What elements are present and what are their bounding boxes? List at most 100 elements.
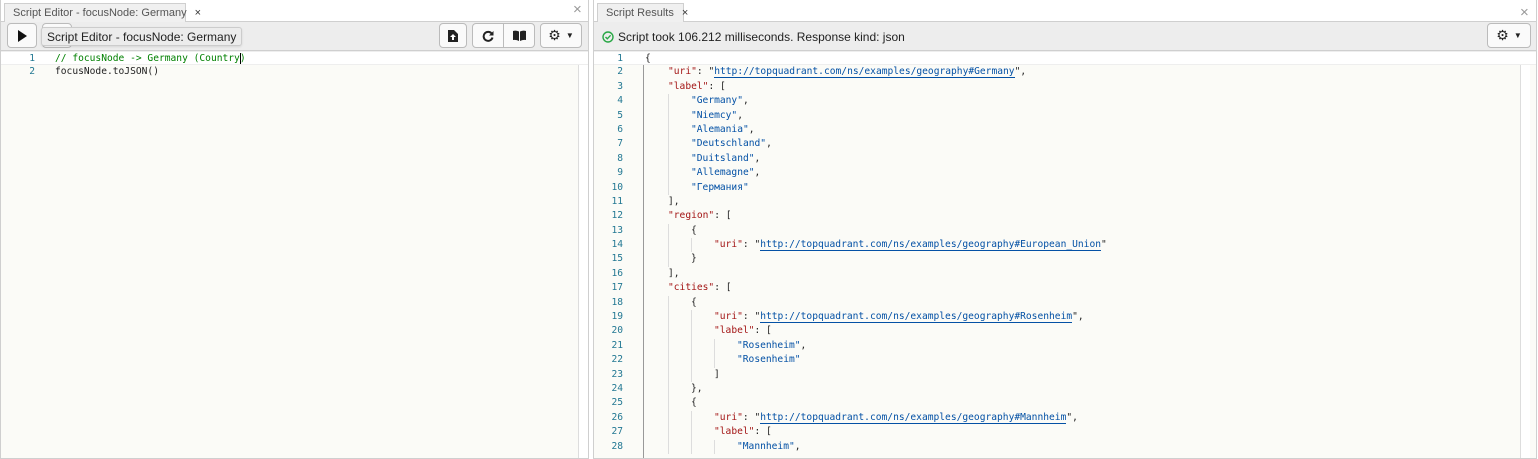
indent-guide bbox=[645, 353, 668, 367]
script-editor[interactable]: 1 // focusNode -> Germany (Country) 2 focus… bbox=[1, 51, 588, 458]
token: "Rosenheim" bbox=[737, 354, 801, 366]
line-number: 1 bbox=[29, 53, 35, 64]
panel-close-icon[interactable]: × bbox=[1520, 4, 1529, 21]
code-text: "uri": "http://topquadrant.com/ns/exampl… bbox=[645, 65, 1026, 79]
code-text: ], bbox=[645, 195, 680, 209]
code-line: 8 "Duitsland", bbox=[594, 151, 1536, 167]
token: : [ bbox=[754, 325, 772, 337]
code-text: "uri": "http://topquadrant.com/ns/exampl… bbox=[645, 238, 1107, 253]
token: "Duitsland" bbox=[691, 152, 755, 164]
code-line: 1{ bbox=[594, 51, 1536, 66]
code-text: "label": [ bbox=[645, 324, 772, 339]
indent-guide bbox=[645, 123, 668, 137]
token: : [ bbox=[714, 210, 732, 222]
tab-label: Script Editor - focusNode: Germany bbox=[13, 7, 187, 19]
indent-guide bbox=[668, 94, 691, 109]
token: : " bbox=[742, 311, 761, 323]
code-line: 17 "cities": [ bbox=[594, 281, 1536, 295]
scrollbar[interactable] bbox=[578, 51, 588, 458]
line-number: 10 bbox=[611, 181, 623, 193]
token: "uri" bbox=[714, 311, 743, 323]
settings-dropdown-button[interactable]: ⚙ ▼ bbox=[1487, 23, 1531, 48]
uri-link[interactable]: http://topquadrant.com/ns/examples/geogr… bbox=[760, 411, 1067, 424]
tab-script-results[interactable]: Script Results × bbox=[597, 3, 688, 22]
token: { bbox=[691, 397, 697, 409]
uri-link[interactable]: http://topquadrant.com/ns/examples/geogr… bbox=[760, 239, 1101, 252]
refresh-button[interactable] bbox=[472, 23, 504, 48]
indent-guide bbox=[645, 94, 668, 108]
code-text: ] bbox=[645, 367, 720, 382]
token: ] bbox=[714, 368, 720, 380]
code-line: 7 "Deutschland", bbox=[594, 137, 1536, 152]
line-number: 8 bbox=[617, 152, 623, 164]
uri-link[interactable]: http://topquadrant.com/ns/examples/geogr… bbox=[714, 66, 1015, 79]
indent-guide bbox=[691, 338, 714, 354]
line-number: 1 bbox=[617, 53, 623, 64]
code-text: "cities": [ bbox=[645, 281, 732, 295]
line-number: 2 bbox=[617, 66, 623, 78]
results-viewer[interactable]: 1{2 "uri": "http://topquadrant.com/ns/exa… bbox=[594, 51, 1536, 458]
code-text: "Rosenheim" bbox=[645, 353, 801, 368]
code-text: }, bbox=[645, 381, 703, 397]
indent-guide bbox=[645, 440, 668, 454]
indent-guide bbox=[668, 295, 691, 311]
token: { bbox=[691, 296, 697, 308]
run-button[interactable] bbox=[7, 23, 37, 48]
token: "label" bbox=[714, 426, 755, 438]
token: , bbox=[754, 167, 761, 179]
line-number: 5 bbox=[617, 109, 623, 121]
indent-guide bbox=[668, 108, 691, 123]
panel-close-icon[interactable]: × bbox=[573, 1, 582, 18]
line-number: 14 bbox=[611, 239, 623, 251]
token: ", bbox=[1066, 411, 1078, 423]
token: "Mannheim" bbox=[737, 440, 795, 452]
code-text: "Alemania", bbox=[645, 122, 755, 138]
indent-guide bbox=[668, 223, 691, 239]
tab-bar: Script Editor - focusNode: Germany × × bbox=[1, 0, 588, 22]
indent-guide bbox=[645, 339, 668, 353]
indent-guide bbox=[668, 439, 691, 454]
token: : " bbox=[742, 411, 761, 423]
tab-script-editor[interactable]: Script Editor - focusNode: Germany × bbox=[4, 3, 201, 22]
gear-icon: ⚙ bbox=[548, 27, 561, 43]
token: , bbox=[748, 123, 755, 135]
tab-close-icon[interactable]: × bbox=[195, 7, 201, 19]
code-text: "uri": "http://topquadrant.com/ns/exampl… bbox=[645, 310, 1084, 325]
uri-link[interactable]: http://topquadrant.com/ns/examples/geogr… bbox=[760, 311, 1073, 324]
code-text: ], bbox=[645, 267, 680, 281]
code-line: 18 { bbox=[594, 295, 1536, 311]
indent-guide bbox=[691, 367, 714, 382]
tab-close-icon[interactable]: × bbox=[682, 7, 688, 19]
token: "Niemcy" bbox=[691, 109, 738, 121]
book-icon bbox=[512, 30, 526, 41]
code-text: "Duitsland", bbox=[645, 151, 760, 167]
indent-guide bbox=[668, 367, 691, 382]
code-text: "Германия" bbox=[645, 180, 749, 195]
code-text: "Niemcy", bbox=[645, 108, 743, 123]
token: ", bbox=[1072, 311, 1084, 323]
settings-dropdown-button[interactable]: ⚙ ▼ bbox=[540, 23, 582, 48]
code-line: 27 "label": [ bbox=[594, 425, 1536, 440]
line-number: 27 bbox=[611, 426, 623, 438]
indent-guide bbox=[645, 152, 668, 166]
code-line: 11], bbox=[594, 195, 1536, 209]
code-text: { bbox=[645, 295, 697, 311]
code-text: { bbox=[645, 223, 697, 239]
token: " bbox=[1101, 239, 1107, 251]
script-results-panel: Script Results × × Script took 106.212 mi… bbox=[593, 0, 1537, 459]
indent-guide bbox=[645, 281, 668, 295]
indent-guide bbox=[645, 382, 668, 396]
token: "label" bbox=[668, 80, 709, 92]
code-line: 16], bbox=[594, 267, 1536, 281]
token: , bbox=[800, 339, 807, 351]
indent-guide bbox=[668, 396, 691, 411]
indent-guide bbox=[714, 439, 737, 454]
code-line: 3 "label": [ bbox=[594, 80, 1536, 94]
code-line: 22 "Rosenheim" bbox=[594, 353, 1536, 368]
token: { bbox=[691, 224, 697, 236]
code-line: 15} bbox=[594, 252, 1536, 267]
export-button[interactable] bbox=[439, 23, 467, 48]
docs-button[interactable] bbox=[503, 23, 535, 48]
code-text: "Deutschland", bbox=[645, 137, 772, 152]
indent-guide bbox=[645, 425, 668, 439]
